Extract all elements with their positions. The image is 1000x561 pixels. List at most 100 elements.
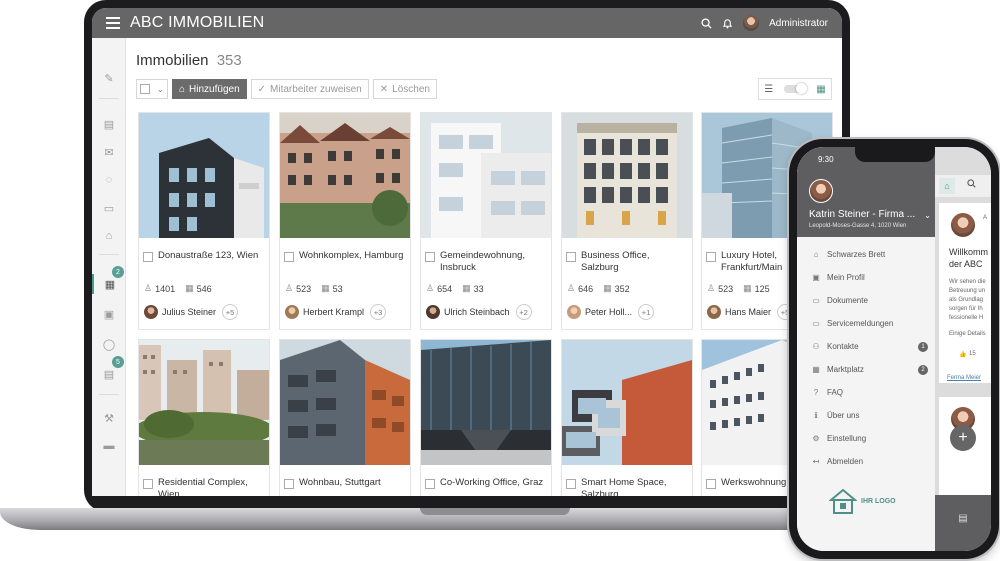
- add-post-button[interactable]: +: [950, 425, 976, 451]
- document-icon: ▭: [812, 296, 820, 305]
- sidebar-item-properties[interactable]: ▦ 2: [92, 266, 126, 294]
- marketplace-badge: 2: [918, 364, 928, 375]
- property-image: [139, 113, 269, 238]
- property-card[interactable]: Wohnkomplex, Hamburg ♙ 523 ▦ 53 Herbert Kra…: [279, 112, 411, 330]
- contacts-icon: ⚇: [812, 342, 820, 351]
- card-checkbox[interactable]: [566, 479, 576, 489]
- menu-label: Mein Profil: [827, 273, 865, 282]
- feed-line: Wir sehen die: [949, 279, 986, 285]
- search-icon[interactable]: [701, 17, 712, 29]
- residents-count: 523: [296, 283, 312, 294]
- person-icon[interactable]: ◯: [92, 334, 126, 354]
- more-agents-badge[interactable]: +3: [370, 304, 387, 320]
- card-checkbox[interactable]: [425, 479, 435, 489]
- home-icon[interactable]: ⌂: [939, 178, 955, 194]
- author-link[interactable]: Ferma Meier: [947, 375, 981, 381]
- like-count: 15: [969, 351, 976, 357]
- card-checkbox[interactable]: [566, 252, 576, 262]
- property-card[interactable]: Business Office, Salzburg ♙ 646 ▦ 352 Peter…: [561, 112, 693, 330]
- feed-line: als Grundlag: [949, 297, 984, 303]
- list-view-icon[interactable]: ☰: [764, 84, 773, 95]
- card-checkbox[interactable]: [706, 479, 716, 489]
- floorplan-icon[interactable]: ▣: [92, 304, 126, 324]
- feed-heading-2: der ABC: [949, 259, 983, 269]
- profile-avatar[interactable]: [809, 179, 833, 203]
- feed-card[interactable]: A Willkomm der ABC Wir sehen die Betreuu…: [939, 203, 991, 383]
- agent-avatar: [426, 305, 440, 319]
- agent-name: Julius Steiner: [162, 307, 217, 317]
- bell-icon[interactable]: [722, 18, 733, 29]
- view-toggle[interactable]: ☰ ▦: [758, 78, 832, 100]
- truck-icon[interactable]: ▬: [92, 436, 126, 456]
- user-name[interactable]: Administrator: [769, 18, 828, 29]
- menu-label: Abmelden: [827, 457, 864, 466]
- assign-staff-button[interactable]: ✓ Mitarbeiter zuweisen: [250, 79, 369, 99]
- menu-item-faq[interactable]: ? FAQ: [797, 381, 935, 404]
- house-icon: ⌂: [179, 83, 186, 95]
- menu-item-bulletin[interactable]: ⌂ Schwarzes Brett: [797, 243, 935, 266]
- add-button[interactable]: ⌂ Hinzufügen: [172, 79, 247, 99]
- menu-item-documents[interactable]: ▭ Dokumente: [797, 289, 935, 312]
- card-checkbox[interactable]: [284, 479, 294, 489]
- grid-view-icon[interactable]: ▦: [816, 84, 825, 95]
- property-card[interactable]: Co-Working Office, Graz: [420, 339, 552, 496]
- agent-avatar: [285, 305, 299, 319]
- property-address: Donaustraße 123, Wien: [158, 250, 259, 261]
- home-icon: ⌂: [813, 250, 819, 259]
- profile-address: Leopold-Moses-Gasse 4, 1020 Wien: [809, 223, 907, 229]
- wrench-icon[interactable]: ⚒: [92, 408, 126, 428]
- feed-line: sorgen für Ih: [949, 306, 983, 312]
- chat-icon[interactable]: ◌: [92, 170, 126, 190]
- card-checkbox[interactable]: [425, 252, 435, 262]
- property-grid: Donaustraße 123, Wien ♙ 1401 ▦ 546 Julius S…: [138, 112, 842, 496]
- units-icon: ▦: [462, 283, 471, 293]
- chevron-down-icon[interactable]: ⌄: [924, 211, 931, 220]
- page-title: Immobilien 353: [136, 52, 242, 69]
- document-icon[interactable]: ▭: [92, 198, 126, 218]
- menu-item-marketplace[interactable]: ▦ Marktplatz 2: [797, 358, 935, 381]
- menu-item-logout[interactable]: ↤ Abmelden: [797, 450, 935, 473]
- app-topbar: ABC IMMOBILIEN Administrator: [92, 8, 842, 38]
- document-icon[interactable]: ▤: [935, 495, 991, 551]
- menu-item-contacts[interactable]: ⚇ Kontakte 1: [797, 335, 935, 358]
- hamburger-icon[interactable]: [106, 17, 120, 29]
- search-icon[interactable]: [967, 179, 976, 188]
- mail-icon[interactable]: ✉: [92, 142, 126, 162]
- phone-frame: ⌂ A Willkomm der ABC Wir sehen die Betre…: [789, 139, 999, 559]
- select-all-dropdown[interactable]: ⌄: [136, 79, 168, 99]
- thumbs-up-icon[interactable]: 👍: [959, 351, 966, 358]
- user-avatar[interactable]: [743, 15, 760, 31]
- card-checkbox[interactable]: [706, 252, 716, 262]
- more-agents-badge[interactable]: +5: [222, 304, 239, 320]
- delete-button[interactable]: ✕ Löschen: [372, 79, 437, 99]
- list-badge: 5: [112, 356, 124, 368]
- app-title: ABC IMMOBILIEN: [130, 14, 265, 31]
- profile-name[interactable]: Katrin Steiner - Firma ...: [809, 209, 915, 220]
- property-card[interactable]: Wohnbau, Stuttgart: [279, 339, 411, 496]
- view-switch[interactable]: [783, 83, 807, 94]
- card-checkbox[interactable]: [143, 479, 153, 489]
- check-circle-icon: ✓: [257, 83, 267, 95]
- pencil-icon[interactable]: ✎: [92, 68, 126, 88]
- menu-item-profile[interactable]: ▣ Mein Profil: [797, 266, 935, 289]
- property-card[interactable]: Smart Home Space, Salzburg: [561, 339, 693, 496]
- basket-icon[interactable]: ⌂: [92, 226, 126, 246]
- card-checkbox[interactable]: [143, 252, 153, 262]
- laptop-screen: ABC IMMOBILIEN Administrator ✎ ▤ ✉ ◌ ▭ ⌂…: [92, 8, 842, 496]
- units-count: 546: [196, 283, 212, 294]
- more-agents-badge[interactable]: +2: [515, 304, 532, 320]
- property-card[interactable]: Gemeindewohnung, Insbruck ♙ 654 ▦ 33 Ulrich…: [420, 112, 552, 330]
- card-checkbox[interactable]: [284, 252, 294, 262]
- details-link[interactable]: Einige Details: [949, 331, 986, 337]
- units-count: 33: [473, 283, 484, 294]
- board-icon[interactable]: ▤: [92, 114, 126, 134]
- menu-label: Marktplatz: [827, 365, 864, 374]
- property-image: [421, 340, 551, 465]
- list-icon[interactable]: ▤ 5: [92, 356, 126, 384]
- more-agents-badge[interactable]: +1: [638, 304, 655, 320]
- property-card[interactable]: Residential Complex, Wien: [138, 339, 270, 496]
- menu-item-about[interactable]: ℹ Über uns: [797, 404, 935, 427]
- menu-item-service[interactable]: ▭ Servicemeldungen: [797, 312, 935, 335]
- property-card[interactable]: Donaustraße 123, Wien ♙ 1401 ▦ 546 Julius S…: [138, 112, 270, 330]
- menu-item-settings[interactable]: ⚙ Einstellung: [797, 427, 935, 450]
